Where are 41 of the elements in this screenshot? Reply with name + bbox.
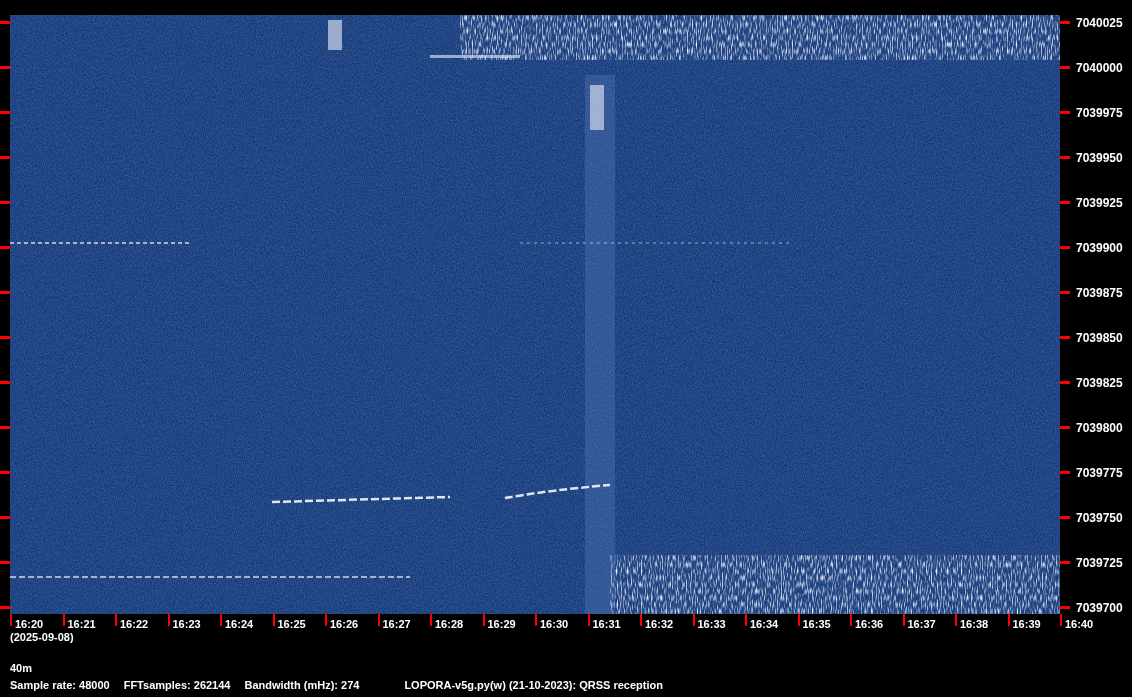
time-label: 16:22 [120, 619, 149, 630]
time-label: 16:38 [960, 619, 989, 630]
frequency-label: 7039825 [1076, 376, 1123, 389]
frequency-label: 7039750 [1076, 511, 1123, 524]
frequency-label: 7040025 [1076, 16, 1123, 29]
frequency-label: 7039950 [1076, 151, 1123, 164]
time-label: 16:24 [225, 619, 254, 630]
time-label: 16:25 [277, 619, 306, 630]
time-label: 16:33 [697, 619, 726, 630]
time-label: 16:30 [540, 619, 569, 630]
frequency-label: 7039875 [1076, 286, 1123, 299]
date-label: (2025-09-08) [10, 631, 74, 643]
time-label: 16:27 [382, 619, 411, 630]
time-label: 16:31 [592, 619, 621, 630]
info-text: Bandwidth (mHz): 274 [244, 680, 360, 691]
time-label: 16:32 [645, 619, 674, 630]
time-label: 16:29 [487, 619, 516, 630]
time-label: 16:23 [172, 619, 201, 630]
frequency-label: 7040000 [1076, 61, 1123, 74]
time-label: 16:40 [1065, 619, 1094, 630]
time-label: 16:28 [435, 619, 464, 630]
time-label: 16:21 [67, 619, 96, 630]
band-label: 40m [10, 662, 33, 674]
info-text: FFTsamples: 262144 [123, 680, 231, 691]
time-label: 16:34 [750, 619, 779, 630]
time-label: 16:36 [855, 619, 884, 630]
frequency-label: 7039975 [1076, 106, 1123, 119]
time-label: 16:35 [802, 619, 831, 630]
time-label: 16:20 [15, 619, 44, 630]
frequency-label: 7039850 [1076, 331, 1123, 344]
time-label: 16:26 [330, 619, 359, 630]
frequency-label: 7039775 [1076, 466, 1123, 479]
frequency-label: 7039925 [1076, 196, 1123, 209]
frequency-label: 7039725 [1076, 556, 1123, 569]
time-label: 16:37 [907, 619, 936, 630]
time-label: 16:39 [1012, 619, 1041, 630]
frequency-label: 7039800 [1076, 421, 1123, 434]
frequency-label: 7039700 [1076, 601, 1123, 614]
info-text: Sample rate: 48000 [10, 680, 110, 691]
frequency-label: 7039900 [1076, 241, 1123, 254]
info-text: LOPORA-v5g.py(w) (21-10-2023): QRSS reception [404, 680, 663, 691]
